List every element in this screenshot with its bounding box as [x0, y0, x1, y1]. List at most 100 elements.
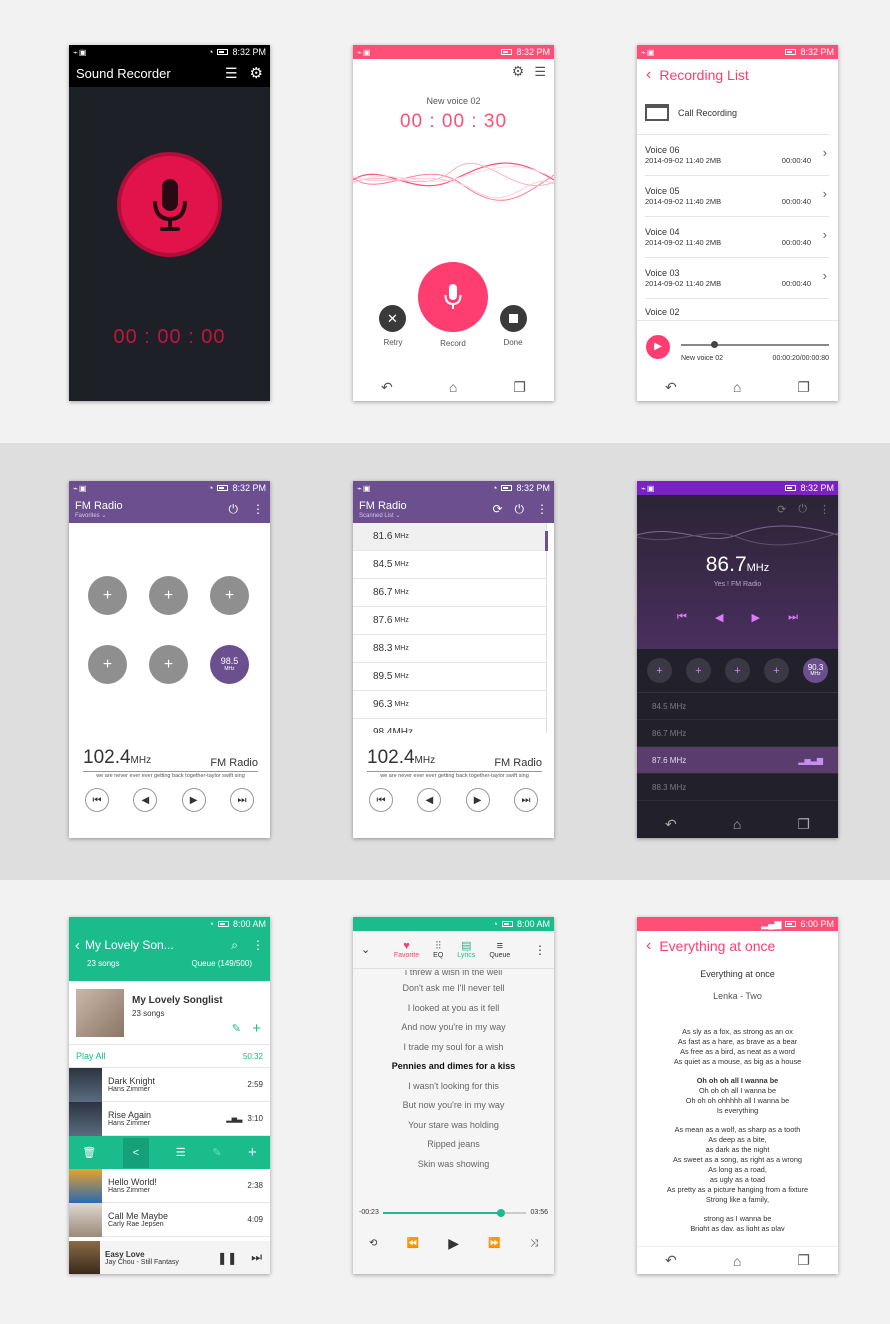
- recent-apps-icon[interactable]: ❐: [797, 816, 810, 833]
- more-icon[interactable]: ⋮: [252, 502, 264, 516]
- record-button[interactable]: [117, 152, 222, 257]
- back-icon[interactable]: ↶: [381, 379, 393, 396]
- recording-item[interactable]: Voice 03 2014-09-02 11:40 2MB 00:00:40 ›: [645, 258, 829, 299]
- more-icon[interactable]: ⋮: [534, 943, 546, 957]
- list-icon[interactable]: ☰: [176, 1146, 186, 1159]
- tab-eq[interactable]: ⫶⫶ EQ: [433, 940, 443, 959]
- pin-icon[interactable]: ✎: [232, 1022, 241, 1035]
- skip-previous-button[interactable]: ⏮: [369, 788, 393, 812]
- share-icon[interactable]: <: [122, 1137, 150, 1168]
- skip-next-icon[interactable]: ⏭: [788, 611, 798, 624]
- home-icon[interactable]: ⌂: [733, 379, 741, 395]
- add-preset-button[interactable]: +: [647, 658, 672, 683]
- station-list-item[interactable]: 84.5 MHz: [353, 551, 546, 579]
- home-icon[interactable]: ⌂: [733, 816, 741, 832]
- view-selector[interactable]: Favorites: [75, 513, 100, 519]
- add-preset-button[interactable]: +: [686, 658, 711, 683]
- recent-apps-icon[interactable]: ❐: [513, 379, 526, 396]
- station-list-item[interactable]: 88.3 MHz: [353, 635, 546, 663]
- done-button[interactable]: [500, 305, 527, 332]
- gear-icon[interactable]: ⚙: [512, 63, 525, 80]
- list-icon[interactable]: ☰: [534, 64, 546, 80]
- station-list-item[interactable]: 89.5 MHz: [353, 663, 546, 691]
- play-all-button[interactable]: Play All: [76, 1051, 106, 1061]
- add-preset-button[interactable]: +: [149, 645, 188, 684]
- collapse-icon[interactable]: ⌄: [361, 943, 370, 956]
- refresh-icon[interactable]: ⟳: [492, 502, 502, 516]
- song-row[interactable]: Call Me Maybe Carly Rae Jepsen 4:09: [69, 1202, 270, 1237]
- tab-queue[interactable]: ≡ Queue: [489, 940, 510, 959]
- repeat-icon[interactable]: ⟲: [369, 1238, 377, 1249]
- progress-knob[interactable]: [710, 340, 718, 348]
- preset-station[interactable]: 98.5 MHz: [210, 645, 249, 684]
- rewind-icon[interactable]: ⏪: [407, 1238, 419, 1249]
- search-icon[interactable]: ⌕: [231, 938, 238, 953]
- back-icon[interactable]: ↶: [665, 379, 677, 396]
- recording-item[interactable]: Voice 04 2014-09-02 11:40 2MB 00:00:40 ›: [645, 217, 829, 258]
- view-selector[interactable]: Scanned List: [359, 513, 394, 519]
- pause-icon[interactable]: ❚❚: [217, 1251, 237, 1265]
- next-button[interactable]: ▶: [181, 788, 206, 812]
- recent-apps-icon[interactable]: ❐: [797, 379, 810, 396]
- next-button[interactable]: ▶: [465, 788, 490, 812]
- list-icon[interactable]: ☰: [225, 65, 238, 82]
- back-icon[interactable]: ↶: [665, 816, 677, 833]
- fast-forward-icon[interactable]: ⏩: [488, 1238, 500, 1249]
- add-preset-button[interactable]: +: [764, 658, 789, 683]
- back-arrow-icon[interactable]: ‹: [646, 66, 651, 84]
- recent-apps-icon[interactable]: ❐: [797, 1252, 810, 1269]
- more-icon[interactable]: ⋮: [252, 938, 264, 952]
- station-list-item[interactable]: 89.5 MHz: [637, 801, 838, 809]
- home-icon[interactable]: ⌂: [733, 1253, 741, 1269]
- add-icon[interactable]: +: [252, 1020, 261, 1037]
- station-list-item[interactable]: 86.7 MHz: [637, 720, 838, 747]
- station-list-item[interactable]: 87.6 MHz ▂▅▃▆: [637, 747, 838, 774]
- skip-next-button[interactable]: ⏭: [229, 788, 254, 812]
- power-icon[interactable]: ⏻: [229, 502, 239, 517]
- station-list-item[interactable]: 86.7 MHz: [353, 579, 546, 607]
- skip-next-icon[interactable]: ⏭: [251, 1250, 262, 1265]
- back-arrow-icon[interactable]: ‹: [646, 937, 651, 955]
- scrollbar[interactable]: [545, 531, 548, 551]
- previous-button[interactable]: ◀: [417, 788, 442, 812]
- song-row[interactable]: Dark Knight Hans Zimmer 2:59: [69, 1067, 270, 1102]
- station-list-item[interactable]: 81.6 MHz: [353, 523, 546, 551]
- add-preset-button[interactable]: +: [88, 576, 127, 615]
- tab-lyrics[interactable]: ▤ Lyrics: [457, 940, 475, 959]
- back-arrow-icon[interactable]: ‹: [75, 937, 80, 954]
- recording-item[interactable]: Voice 06 2014-09-02 11:40 2MB 00:00:40 ›: [645, 135, 829, 176]
- previous-button[interactable]: ◀: [133, 788, 158, 812]
- delete-icon[interactable]: 🗑: [82, 1146, 96, 1159]
- tab-favorite[interactable]: ♥ Favorite: [394, 940, 419, 959]
- skip-previous-button[interactable]: ⏮: [85, 788, 109, 812]
- station-list-item[interactable]: 98.4MHz: [353, 719, 546, 733]
- call-recording-folder[interactable]: Call Recording: [637, 91, 830, 135]
- song-row[interactable]: Hello World! Hans Zimmer 2:38: [69, 1168, 270, 1203]
- add-preset-button[interactable]: +: [88, 645, 127, 684]
- station-list-item[interactable]: 88.3 MHz: [637, 774, 838, 801]
- more-icon[interactable]: ⋮: [536, 502, 548, 516]
- power-icon[interactable]: ⏻: [515, 502, 525, 517]
- station-list-item[interactable]: 87.6 MHz: [353, 607, 546, 635]
- record-button[interactable]: [418, 262, 488, 332]
- song-row[interactable]: Rise Again Hans Zimmer ▂▅▃ 3:10: [69, 1101, 270, 1136]
- home-icon[interactable]: ⌂: [449, 379, 457, 395]
- now-playing-bar[interactable]: Easy Love Jay Chou - Still Fantasy ❚❚ ⏭: [69, 1241, 270, 1274]
- progress-track[interactable]: [681, 343, 829, 346]
- preset-station[interactable]: 90.3 MHz: [803, 658, 828, 683]
- skip-previous-icon[interactable]: ⏮: [677, 611, 687, 624]
- add-preset-button[interactable]: +: [725, 658, 750, 683]
- next-icon[interactable]: ▶: [752, 611, 760, 624]
- station-list-item[interactable]: 84.5 MHz: [637, 693, 838, 720]
- gear-icon[interactable]: ⚙: [250, 64, 263, 82]
- add-icon[interactable]: +: [248, 1144, 257, 1161]
- add-preset-button[interactable]: +: [149, 576, 188, 615]
- play-button[interactable]: ▶: [646, 334, 670, 359]
- more-icon[interactable]: ⋮: [819, 503, 830, 516]
- recording-item[interactable]: Voice 02: [645, 299, 829, 315]
- skip-next-button[interactable]: ⏭: [513, 788, 538, 812]
- add-preset-button[interactable]: +: [210, 576, 249, 615]
- refresh-icon[interactable]: ⟳: [777, 503, 786, 516]
- back-icon[interactable]: ↶: [665, 1252, 677, 1269]
- retry-button[interactable]: ✕: [379, 305, 406, 332]
